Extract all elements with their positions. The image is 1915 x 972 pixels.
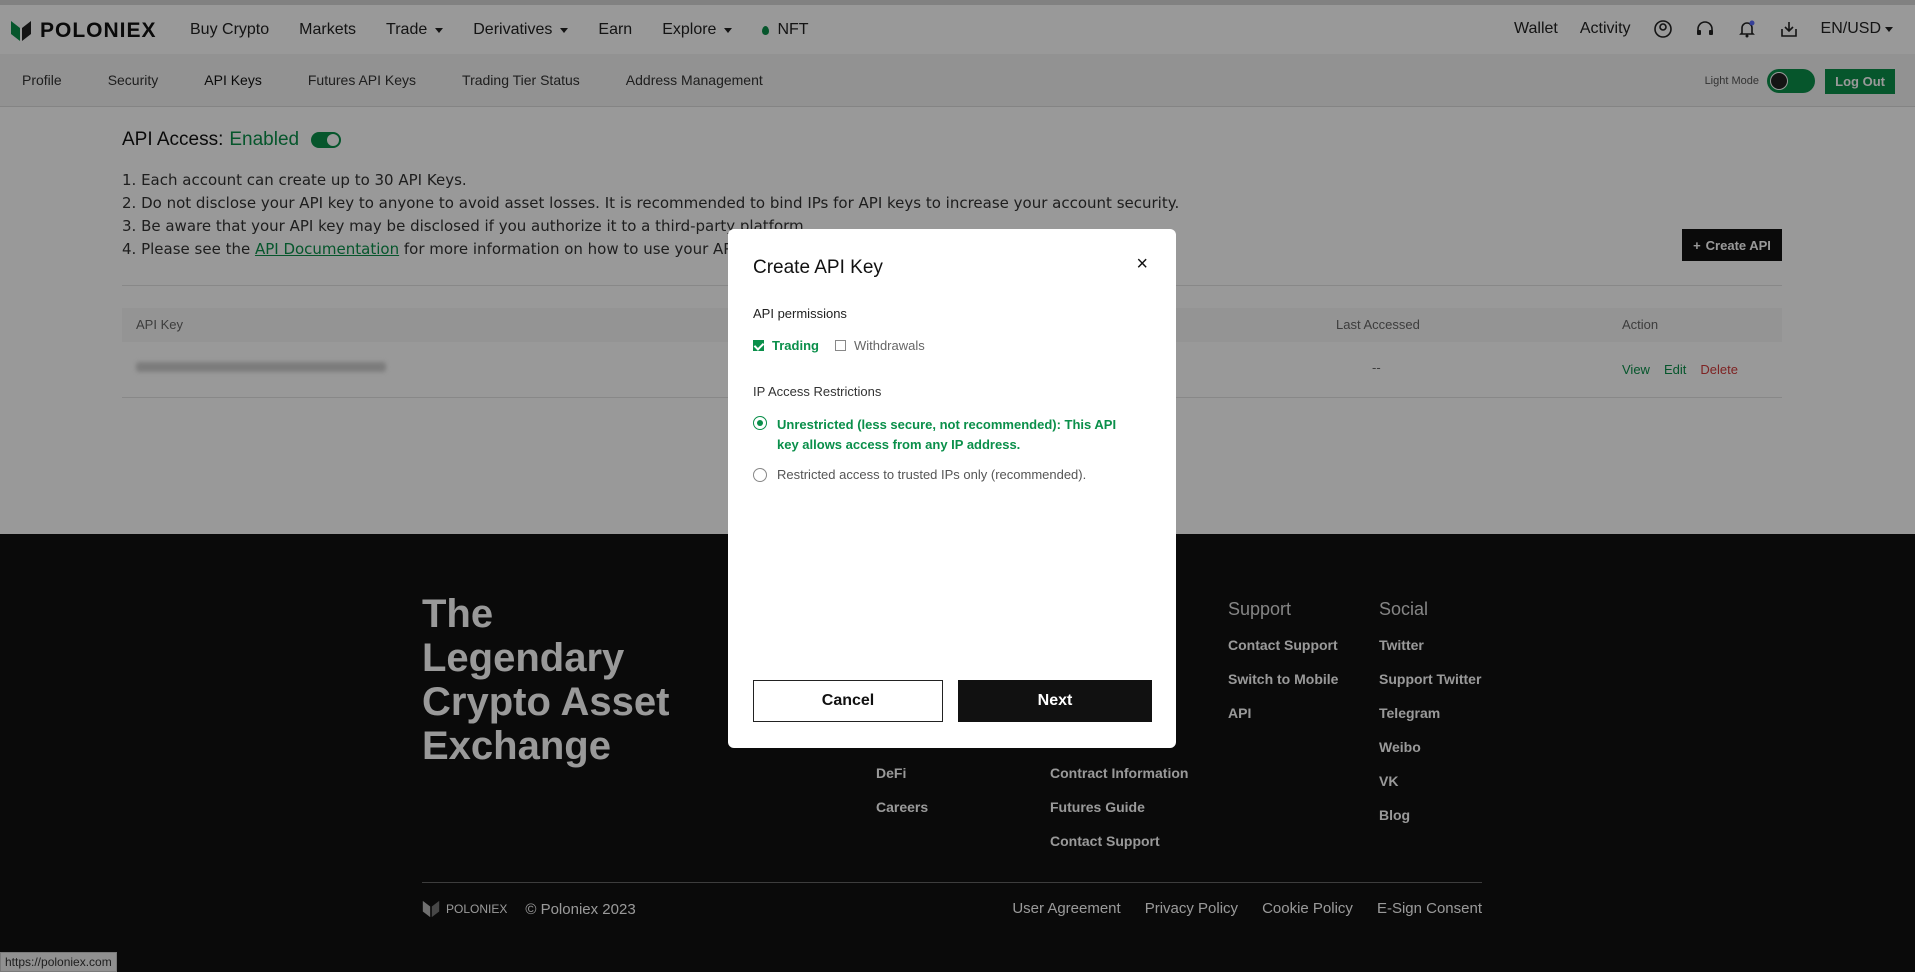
unrestricted-option[interactable]: Unrestricted (less secure, not recommend…: [753, 415, 1123, 455]
permission-checkboxes: Trading Withdrawals: [753, 338, 925, 353]
unrestricted-label[interactable]: Unrestricted (less secure, not recommend…: [777, 415, 1123, 455]
create-api-key-dialog: Create API Key × API permissions Trading…: [728, 229, 1176, 748]
restricted-radio[interactable]: [753, 468, 767, 482]
unrestricted-radio[interactable]: [753, 416, 767, 430]
withdrawals-checkbox[interactable]: [834, 340, 846, 351]
trading-label[interactable]: Trading: [772, 338, 819, 353]
withdrawals-label[interactable]: Withdrawals: [854, 338, 925, 353]
next-button[interactable]: Next: [958, 680, 1152, 722]
cancel-button[interactable]: Cancel: [753, 680, 943, 722]
restricted-label[interactable]: Restricted access to trusted IPs only (r…: [777, 467, 1086, 482]
api-permissions-label: API permissions: [753, 306, 847, 321]
restricted-option[interactable]: Restricted access to trusted IPs only (r…: [753, 467, 1086, 482]
trading-checkbox[interactable]: [753, 340, 764, 351]
ip-restrictions-label: IP Access Restrictions: [753, 384, 882, 399]
dialog-title: Create API Key: [753, 257, 883, 278]
close-icon[interactable]: ×: [1136, 253, 1148, 276]
